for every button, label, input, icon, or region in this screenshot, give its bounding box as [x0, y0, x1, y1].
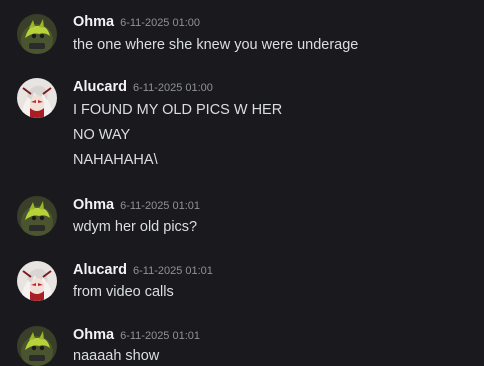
ohma-avatar-icon[interactable] [17, 196, 57, 236]
message-list: Ohma 6-11-2025 01:00 the one where she kn… [0, 0, 484, 366]
ohma-avatar-icon[interactable] [17, 14, 57, 54]
message-timestamp: 6-11-2025 01:01 [120, 330, 201, 342]
author-name[interactable]: Ohma [73, 14, 114, 30]
message-timestamp: 6-11-2025 01:00 [133, 82, 213, 94]
message-text: from video calls [73, 284, 174, 300]
alucard-avatar-icon[interactable] [17, 78, 57, 118]
author-name[interactable]: Ohma [73, 197, 114, 213]
message-text: I FOUND MY OLD PICS W HER [73, 102, 283, 118]
author-name[interactable]: Alucard [73, 262, 127, 278]
message-text: NO WAY [73, 127, 131, 143]
alucard-avatar-icon[interactable] [17, 261, 57, 301]
message-text: wdym her old pics? [73, 219, 198, 235]
ohma-avatar-icon[interactable] [17, 326, 57, 366]
message-timestamp: 6-11-2025 01:01 [120, 200, 201, 212]
message-timestamp: 6-11-2025 01:01 [133, 265, 213, 277]
message-text: the one where she knew you were underage [73, 37, 359, 53]
author-name[interactable]: Alucard [73, 79, 127, 95]
author-name[interactable]: Ohma [73, 327, 114, 343]
message-timestamp: 6-11-2025 01:00 [120, 17, 201, 29]
message-text: NAHAHAHA\ [73, 152, 158, 168]
message-text: naaaah show [73, 348, 160, 364]
